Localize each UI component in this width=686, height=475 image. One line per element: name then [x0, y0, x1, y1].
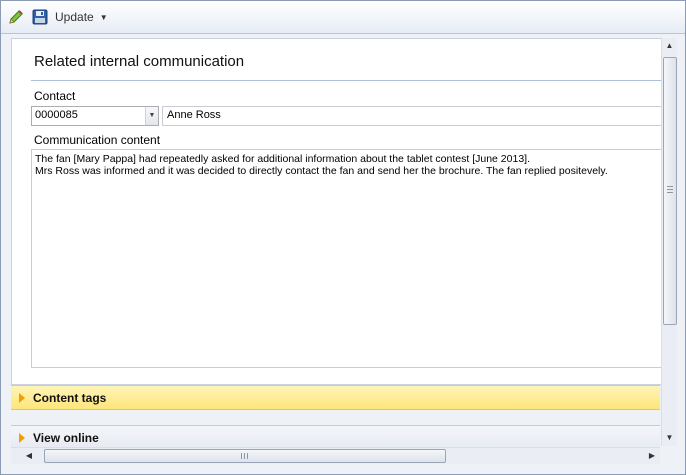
expand-arrow-icon — [19, 392, 25, 403]
scroll-left-icon[interactable]: ◀ — [21, 448, 37, 464]
vertical-scroll-thumb[interactable] — [663, 57, 677, 325]
scroll-down-icon[interactable]: ▼ — [662, 430, 677, 446]
section-view-online-label: View online — [33, 430, 99, 445]
content-panel: Related internal communication Contact 0… — [11, 38, 662, 385]
window: Update ▼ Related internal communication … — [0, 0, 686, 475]
floppy-save-icon[interactable] — [31, 8, 49, 26]
communication-label: Communication content — [34, 133, 161, 147]
dropdown-arrow-icon[interactable]: ▼ — [145, 107, 158, 125]
horizontal-scrollbar[interactable]: ◀ ▶ — [11, 447, 660, 464]
page-title: Related internal communication — [34, 53, 245, 70]
horizontal-scroll-thumb[interactable] — [44, 449, 446, 463]
scroll-up-icon[interactable]: ▲ — [662, 38, 677, 54]
grip-icon — [241, 453, 248, 459]
pencil-edit-icon[interactable] — [7, 8, 25, 26]
update-label: Update — [55, 10, 94, 24]
vertical-scrollbar[interactable]: ▲ ▼ — [661, 38, 677, 446]
section-content-tags-label: Content tags — [33, 390, 107, 405]
grip-icon — [667, 186, 673, 193]
contact-name-value: Anne Ross — [167, 109, 221, 121]
section-content-tags[interactable]: Content tags — [11, 385, 660, 410]
communication-textarea[interactable]: The fan [Mary Pappa] had repeatedly aske… — [31, 149, 661, 368]
contact-name-field: Anne Ross — [162, 106, 661, 126]
toolbar: Update ▼ — [1, 1, 685, 34]
update-button[interactable]: Update ▼ — [55, 10, 108, 24]
contact-id-combobox[interactable]: 0000085 ▼ — [31, 106, 159, 126]
scroll-right-icon[interactable]: ▶ — [644, 448, 660, 464]
contact-label: Contact — [34, 89, 76, 103]
contact-row: 0000085 ▼ Anne Ross — [31, 106, 661, 126]
chevron-down-icon: ▼ — [99, 12, 108, 22]
communication-text: The fan [Mary Pappa] had repeatedly aske… — [35, 153, 608, 177]
expand-arrow-icon — [19, 432, 25, 443]
title-divider — [31, 80, 661, 81]
contact-id-value: 0000085 — [35, 109, 78, 121]
